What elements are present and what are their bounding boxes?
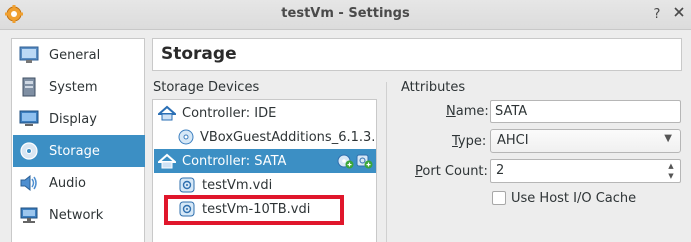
pane-divider[interactable]: [386, 82, 387, 242]
storage-devices-label: Storage Devices: [153, 80, 260, 95]
nav-item-display[interactable]: Display: [13, 103, 145, 135]
port-label-text: ort Count:: [422, 164, 488, 179]
name-label-text: ame:: [455, 104, 489, 119]
title-bar[interactable]: testVm - Settings ?: [0, 0, 691, 30]
attributes-label: Attributes: [401, 80, 466, 95]
help-icon: ?: [654, 7, 661, 22]
network-icon: [18, 205, 40, 225]
display-icon: [18, 109, 40, 129]
page-title: Storage: [161, 44, 237, 64]
port-count-spinbox[interactable]: 2 ▲ ▼: [490, 159, 681, 183]
nav-item-label: General: [49, 47, 101, 63]
add-optical-drive-icon[interactable]: [337, 152, 354, 169]
settings-nav: General System Display Storage Audio Net…: [11, 38, 145, 242]
audio-icon: [18, 173, 40, 193]
chevron-down-icon: ▼: [664, 133, 672, 144]
tree-item-optical[interactable]: VBoxGuestAdditions_6.1.3...: [154, 125, 377, 149]
nav-item-network[interactable]: Network: [13, 199, 145, 231]
host-io-cache-checkbox[interactable]: [492, 191, 506, 205]
type-label-text: ype:: [457, 134, 487, 149]
nav-item-audio[interactable]: Audio: [13, 167, 145, 199]
window-title: testVm - Settings: [281, 6, 410, 21]
page-header: Storage: [152, 38, 682, 71]
tree-item-controller-ide[interactable]: Controller: IDE: [154, 101, 376, 125]
nav-item-label: Storage: [49, 143, 100, 159]
tree-item-label: testVm.vdi: [202, 177, 273, 193]
close-icon: [674, 7, 684, 17]
controller-icon: [158, 152, 176, 170]
name-label-accel: N: [446, 104, 456, 119]
svg-text:?: ?: [654, 7, 661, 20]
tree-item-disk-testvm[interactable]: testVm.vdi: [154, 173, 376, 197]
nav-item-storage[interactable]: Storage: [13, 135, 145, 167]
settings-window: testVm - Settings ? General System Displ…: [0, 0, 691, 242]
nav-item-label: System: [49, 79, 98, 95]
spin-arrows-icon[interactable]: ▲ ▼: [664, 161, 678, 181]
nav-item-label: Display: [49, 111, 97, 127]
controller-icon: [158, 104, 176, 122]
port-count-value: 2: [496, 163, 505, 178]
port-count-label: Port Count:: [415, 164, 488, 179]
type-label: Type:: [452, 134, 486, 149]
name-label: Name:: [446, 104, 489, 119]
tree-item-label: VBoxGuestAdditions_6.1.3...: [200, 129, 377, 145]
controller-actions: [337, 152, 373, 169]
nav-item-label: Network: [49, 207, 104, 223]
storage-icon: [18, 141, 40, 161]
type-select-value: AHCI: [497, 133, 529, 148]
hard-disk-icon: [178, 176, 196, 194]
add-hard-disk-icon[interactable]: [356, 152, 373, 169]
nav-item-general[interactable]: General: [13, 39, 145, 71]
highlight-annotation-box: [164, 195, 344, 225]
name-field[interactable]: [490, 100, 681, 123]
system-icon: [18, 77, 40, 97]
help-button[interactable]: ?: [649, 6, 665, 22]
close-button[interactable]: [671, 6, 687, 22]
optical-disc-icon: [178, 128, 194, 146]
host-io-cache-label: Use Host I/O Cache: [511, 191, 637, 206]
tree-item-controller-sata[interactable]: Controller: SATA: [154, 149, 376, 173]
nav-item-label: Audio: [49, 175, 86, 191]
general-icon: [18, 45, 40, 65]
tree-item-label: Controller: SATA: [182, 153, 287, 169]
type-select[interactable]: AHCI ▼: [490, 129, 681, 153]
tree-item-label: Controller: IDE: [182, 105, 277, 121]
nav-item-system[interactable]: System: [13, 71, 145, 103]
